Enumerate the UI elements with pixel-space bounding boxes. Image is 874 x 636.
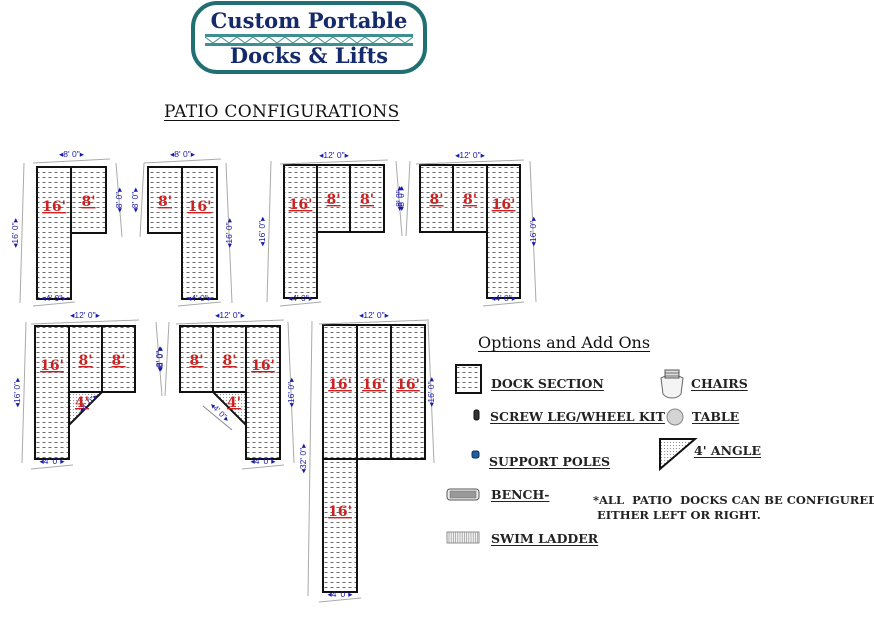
table-icon (666, 408, 684, 426)
dimension-bottom: ◂4' 0"▸ (187, 293, 213, 303)
configuration-1: 16' 8' ◂8' 0"▸ ◂4' 0"▸ ◂16' 0"▸ ◂8' 0"▸ (10, 149, 124, 307)
configuration-7: 16' 16' 16' 16' ◂12' 0"▸ ◂4' 0"▸ ◂32' 0"▸ ◂16' … (298, 310, 436, 603)
dimension-left: ◂8' 0"▸ (396, 185, 406, 211)
dimension-top: ◂12' 0"▸ (70, 310, 100, 320)
dock-section (245, 325, 281, 460)
dimension-bottom: ◂4' 0"▸ (40, 456, 66, 466)
dimension-right: ◂16' 0"▸ (528, 216, 538, 246)
dimension-left: ◂8' 0"▸ (155, 346, 165, 372)
dimension-line (279, 159, 389, 165)
dock-section (36, 166, 72, 300)
dimension-left: ◂16' 0"▸ (257, 216, 267, 246)
configuration-3: 16' 8' 8' ◂12' 0"▸ ◂4' 0"▸ ◂16' 0"▸ ◂8' 0"▸ (257, 150, 404, 307)
option-chairs: CHAIRS (691, 376, 748, 391)
option-bench: BENCH- (491, 487, 550, 502)
dimension-line (143, 158, 222, 164)
dimension-right: ◂16' 0"▸ (426, 376, 436, 406)
section-label: 16' (40, 358, 64, 374)
dimension-top: ◂8' 0"▸ (59, 149, 85, 159)
section-label: 16' (328, 377, 352, 393)
screw-leg-icon (473, 409, 480, 421)
dimension-right: ◂16' 0"▸ (224, 217, 234, 247)
section-label: 8' (360, 192, 374, 208)
configuration-2: 8' 16' ◂8' 0"▸ ◂4' 0"▸ ◂8' 0"▸ ◂16' 0"▸ (130, 149, 234, 307)
dimension-bottom: ◂4' 0"▸ (288, 293, 314, 303)
dimension-top: ◂12' 0"▸ (455, 150, 485, 160)
angle-icon (659, 438, 698, 472)
section-label: 16' (328, 504, 352, 520)
configuration-5: 16' 8' 8'4'◂12' 0"▸◂4' 0"▸◂16' 0"▸◂8' 0"▸◂… (12, 310, 164, 470)
option-swim-ladder: SWIM LADDER (491, 531, 599, 546)
section-label: 4' (227, 395, 241, 411)
dimension-line (307, 320, 313, 597)
bench-icon (446, 488, 480, 501)
section-label: 16' (396, 377, 420, 393)
swim-ladder-icon (446, 531, 480, 544)
dimension-line (32, 158, 111, 164)
section-label: 8' (78, 353, 92, 369)
dimension-line (415, 159, 525, 165)
configuration-note: *ALL PATIO DOCKS CAN BE CONFIGURED EITHE… (593, 493, 874, 522)
option-support-poles: SUPPORT POLES (489, 454, 611, 469)
section-label: 16' (289, 197, 313, 213)
dimension-line (139, 162, 145, 238)
section-label: 8' (463, 192, 477, 208)
dimension-top: ◂12' 0"▸ (359, 310, 389, 320)
option-table: TABLE (692, 409, 740, 424)
dimension-top: ◂8' 0"▸ (170, 149, 196, 159)
section-label: 8' (326, 192, 340, 208)
dock-section (322, 458, 358, 593)
dimension-line (175, 319, 285, 325)
dimension-bottom: ◂4' 0"▸ (42, 293, 68, 303)
option-screw-leg-wheel-kit: SCREW LEG/WHEEL KIT (490, 409, 665, 424)
dock-section (486, 164, 521, 299)
dimension-right: ◂8' 0"▸ (114, 187, 124, 213)
dimension-top: ◂12' 0"▸ (215, 310, 245, 320)
configuration-4: 8' 8' 16' ◂12' 0"▸ ◂4' 0"▸ ◂8' 0"▸ ◂16' 0"▸ (396, 150, 538, 307)
section-label: 16' (362, 377, 386, 393)
dimension-line (21, 321, 27, 464)
configuration-6: 8' 8' 16'4'◂12' 0"▸◂4' 0"▸◂8' 0"▸◂16' 0"▸◂… (155, 310, 296, 470)
section-label: 8' (429, 192, 443, 208)
dock-section (34, 325, 70, 460)
dimension-bottom: ◂4' 0"▸ (251, 456, 277, 466)
section-label: 16' (188, 199, 212, 215)
dimension-left: ◂16' 0"▸ (10, 217, 20, 247)
dimension-line (19, 162, 25, 304)
dimension-left: ◂16' 0"▸ (12, 377, 22, 407)
dimension-left: ◂8' 0"▸ (130, 187, 140, 213)
dock-section (181, 166, 218, 300)
chair-icon (660, 369, 684, 399)
option-4-angle: 4' ANGLE (694, 443, 761, 458)
dimension-left: ◂32' 0"▸ (298, 443, 308, 473)
section-label: 8' (81, 194, 95, 210)
section-label: 16' (42, 199, 66, 215)
section-label: 8' (111, 353, 125, 369)
dimension-line (266, 160, 272, 303)
dimension-line (30, 319, 140, 325)
section-label: 8' (222, 353, 236, 369)
dimension-line (164, 321, 170, 397)
option-dock-section: DOCK SECTION (491, 376, 604, 391)
section-label: 8' (158, 194, 172, 210)
dock-section-icon (455, 364, 482, 394)
section-label: 16' (251, 358, 275, 374)
section-label: 8' (189, 353, 203, 369)
dimension-bottom: ◂4' 0"▸ (491, 293, 517, 303)
dimension-line (405, 160, 411, 237)
dimension-right: ◂16' 0"▸ (286, 377, 296, 407)
dock-section (283, 164, 318, 299)
section-label: 16' (492, 197, 516, 213)
support-pole-icon (471, 450, 480, 459)
dimension-line (318, 319, 430, 325)
dimension-top: ◂12' 0"▸ (319, 150, 349, 160)
options-title: Options and Add Ons (478, 333, 651, 352)
dimension-bottom: ◂4' 0"▸ (328, 589, 354, 599)
configurations-diagram: 16' 8' ◂8' 0"▸ ◂4' 0"▸ ◂16' 0"▸ ◂8' 0"▸ 8' 16' ◂… (10, 149, 698, 603)
